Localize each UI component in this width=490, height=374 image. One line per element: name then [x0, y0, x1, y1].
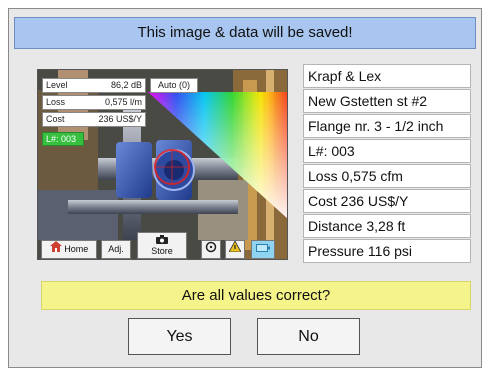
info-leak-number: L#: 003 — [303, 139, 471, 163]
battery-status — [251, 240, 275, 259]
info-flange: Flange nr. 3 - 1/2 inch — [303, 114, 471, 138]
level-label: Level — [46, 80, 68, 90]
warning-button[interactable] — [225, 240, 245, 259]
auto-mode-badge[interactable]: Auto (0) — [150, 78, 198, 93]
leak-number-badge: L#: 003 — [42, 132, 84, 146]
info-loss: Loss 0,575 cfm — [303, 164, 471, 188]
info-location: New Gstetten st #2 — [303, 89, 471, 113]
home-icon — [49, 241, 62, 258]
camera-toolbar: Home Adj. Store — [38, 232, 287, 259]
focus-button[interactable] — [201, 240, 221, 259]
home-button[interactable]: Home — [41, 240, 97, 259]
home-label: Home — [64, 244, 89, 254]
store-button[interactable]: Store — [137, 232, 187, 259]
camera-image-panel: Level 86,2 dB Loss 0,575 l/m Cost 236 US… — [37, 69, 288, 260]
store-label: Store — [151, 246, 173, 256]
loss-label: Loss — [46, 97, 66, 107]
adjust-button[interactable]: Adj. — [101, 240, 131, 259]
loss-readout: Loss 0,575 l/m — [42, 95, 146, 110]
yes-button[interactable]: Yes — [128, 318, 231, 355]
info-cost: Cost 236 US$/Y — [303, 189, 471, 213]
info-company: Krapf & Lex — [303, 64, 471, 88]
battery-icon — [256, 241, 270, 258]
dialog-title: This image & data will be saved! — [14, 17, 476, 49]
warning-icon — [228, 240, 242, 258]
adjust-label: Adj. — [108, 244, 124, 254]
measurement-info-list: Krapf & Lex New Gstetten st #2 Flange nr… — [303, 64, 471, 264]
camera-icon — [138, 235, 186, 246]
no-button[interactable]: No — [257, 318, 360, 355]
loss-value: 0,575 l/m — [104, 97, 142, 107]
cost-readout: Cost 236 US$/Y — [42, 112, 146, 127]
confirm-question: Are all values correct? — [41, 281, 471, 310]
info-distance: Distance 3,28 ft — [303, 214, 471, 238]
focus-ring-icon — [205, 241, 217, 259]
level-readout: Level 86,2 dB — [42, 78, 146, 93]
cost-value: 236 US$/Y — [98, 114, 142, 124]
info-pressure: Pressure 116 psi — [303, 239, 471, 263]
level-value: 86,2 dB — [110, 80, 142, 90]
cost-label: Cost — [46, 114, 65, 124]
